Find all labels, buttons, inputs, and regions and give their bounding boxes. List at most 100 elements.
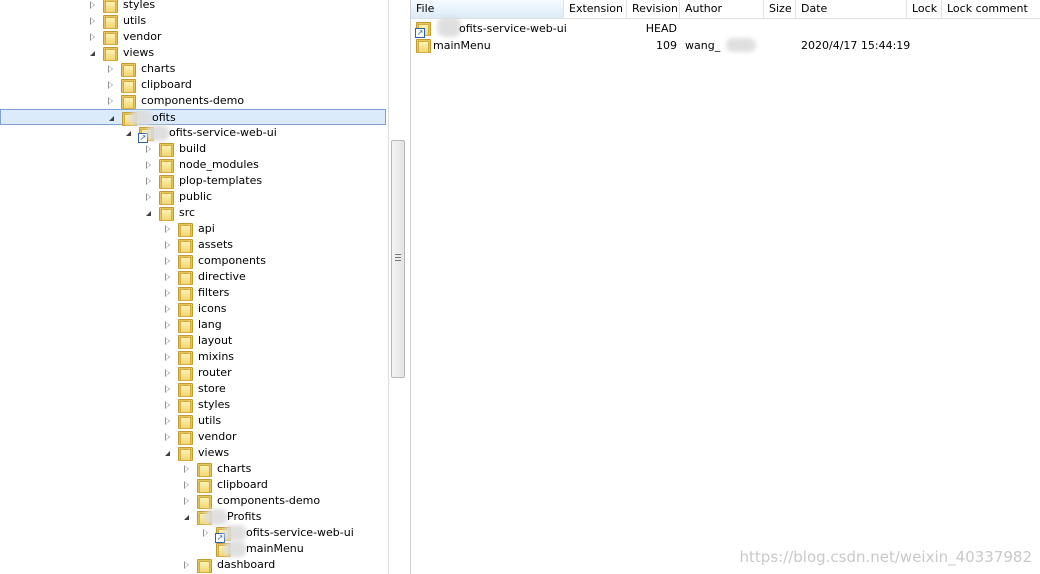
expand-arrow-icon[interactable] [90,33,95,41]
tree-node[interactable]: Profits [0,509,386,525]
tree-node[interactable]: views [0,45,386,61]
expand-arrow-icon[interactable] [165,241,170,249]
collapse-arrow-icon[interactable] [109,116,114,121]
expand-arrow-icon[interactable] [165,369,170,377]
repo-tree-panel[interactable]: styles utils vendor views charts clipboard com… [0,0,388,574]
tree-node[interactable]: clipboard [0,477,386,493]
tree-node[interactable]: dashboard [0,557,386,573]
tree-node[interactable]: ↗ ofits-service-web-ui [0,525,386,543]
tree-node[interactable]: mixins [0,349,386,365]
scrollbar-thumb[interactable] [391,140,405,378]
tree-node[interactable]: vendor [0,29,386,45]
collapse-arrow-icon[interactable] [90,51,95,56]
tree-node[interactable]: components-demo [0,493,386,509]
tree-node[interactable]: src [0,205,386,221]
expand-arrow-icon[interactable] [108,81,113,89]
expand-arrow-icon[interactable] [184,481,189,489]
tree-node[interactable]: icons [0,301,386,317]
expand-arrow-icon[interactable] [184,561,189,569]
expand-arrow-icon[interactable] [165,321,170,329]
column-header[interactable]: Lock comment [942,0,1040,18]
tree-node[interactable]: clipboard [0,77,386,93]
folder-icon [177,334,193,349]
tree-node[interactable]: styles [0,0,386,13]
external-folder-icon: ↗ [415,21,431,38]
folder-icon [120,62,136,77]
expand-arrow-icon[interactable] [165,225,170,233]
folder-icon [196,478,212,493]
expand-arrow-icon[interactable] [165,337,170,345]
expand-arrow-icon[interactable] [203,529,208,537]
tree-node[interactable]: styles [0,397,386,413]
tree-node[interactable]: node_modules [0,157,386,173]
folder-icon [158,174,174,189]
expand-arrow-icon[interactable] [165,401,170,409]
column-header[interactable]: Extension [564,0,627,18]
file-row[interactable]: ↗ ofits-service-web-ui HEAD [411,17,1040,38]
tree-node[interactable]: vendor [0,429,386,445]
tree-node[interactable]: views [0,445,386,461]
tree-node-label: clipboard [217,478,268,491]
expand-arrow-icon[interactable] [165,385,170,393]
tree-node[interactable]: filters [0,285,386,301]
tree-node[interactable]: plop-templates [0,173,386,189]
collapse-arrow-icon[interactable] [126,131,131,136]
collapse-arrow-icon[interactable] [146,211,151,216]
tree-node[interactable]: charts [0,461,386,477]
tree-node[interactable]: public [0,189,386,205]
expand-arrow-icon[interactable] [146,161,151,169]
tree-node[interactable]: assets [0,237,386,253]
column-header[interactable]: Revision [627,0,680,18]
file-row[interactable]: mainMenu 109 wang_ 2020/4/17 15:44:19 [411,38,1040,54]
cell-file: ofits-service-web-ui [459,22,567,35]
expand-arrow-icon[interactable] [146,145,151,153]
expand-arrow-icon[interactable] [146,177,151,185]
tree-node[interactable]: components [0,253,386,269]
expand-arrow-icon[interactable] [165,289,170,297]
expand-arrow-icon[interactable] [184,497,189,505]
tree-node[interactable]: utils [0,13,386,29]
tree-node[interactable]: build [0,141,386,157]
tree-node[interactable]: router [0,365,386,381]
expand-arrow-icon[interactable] [165,353,170,361]
expand-arrow-icon[interactable] [165,305,170,313]
tree-node[interactable]: store [0,381,386,397]
expand-arrow-icon[interactable] [165,257,170,265]
expand-arrow-icon[interactable] [165,433,170,441]
folder-icon [177,350,193,365]
grip-line [395,260,401,261]
column-header[interactable]: Size [764,0,796,18]
expand-arrow-icon[interactable] [165,273,170,281]
expand-arrow-icon[interactable] [146,193,151,201]
tree-node[interactable]: utils [0,413,386,429]
tree-node-label: views [123,46,155,59]
expand-arrow-icon[interactable] [90,17,95,25]
tree-node[interactable]: charts [0,61,386,77]
tree-node[interactable]: lang [0,317,386,333]
redaction-blur [129,110,153,126]
column-header[interactable]: Author [680,0,764,18]
collapse-arrow-icon[interactable] [184,515,189,520]
folder-icon [177,286,193,301]
tree-scrollbar[interactable] [388,0,408,574]
tree-node[interactable]: api [0,221,386,237]
column-header[interactable]: File [411,0,564,18]
expand-arrow-icon[interactable] [90,1,95,9]
tree-node[interactable]: ↗ ofits-service-web-ui [0,125,386,143]
column-header[interactable]: Date [796,0,907,18]
tree-node[interactable]: directive [0,269,386,285]
column-header[interactable]: Lock [907,0,942,18]
file-list-panel[interactable]: File Extension Revision Author Size Date Lock L… [410,0,1040,574]
folder-icon [102,46,118,61]
expand-arrow-icon[interactable] [165,417,170,425]
expand-arrow-icon[interactable] [184,465,189,473]
tree-node-label: ofits-service-web-ui [246,526,354,539]
tree-node-label: layout [198,334,233,347]
collapse-arrow-icon[interactable] [165,451,170,456]
expand-arrow-icon[interactable] [108,97,113,105]
tree-node[interactable]: mainMenu [0,541,386,557]
expand-arrow-icon[interactable] [108,65,113,73]
tree-node[interactable]: ofits [0,109,386,126]
tree-node[interactable]: components-demo [0,93,386,109]
tree-node[interactable]: layout [0,333,386,349]
